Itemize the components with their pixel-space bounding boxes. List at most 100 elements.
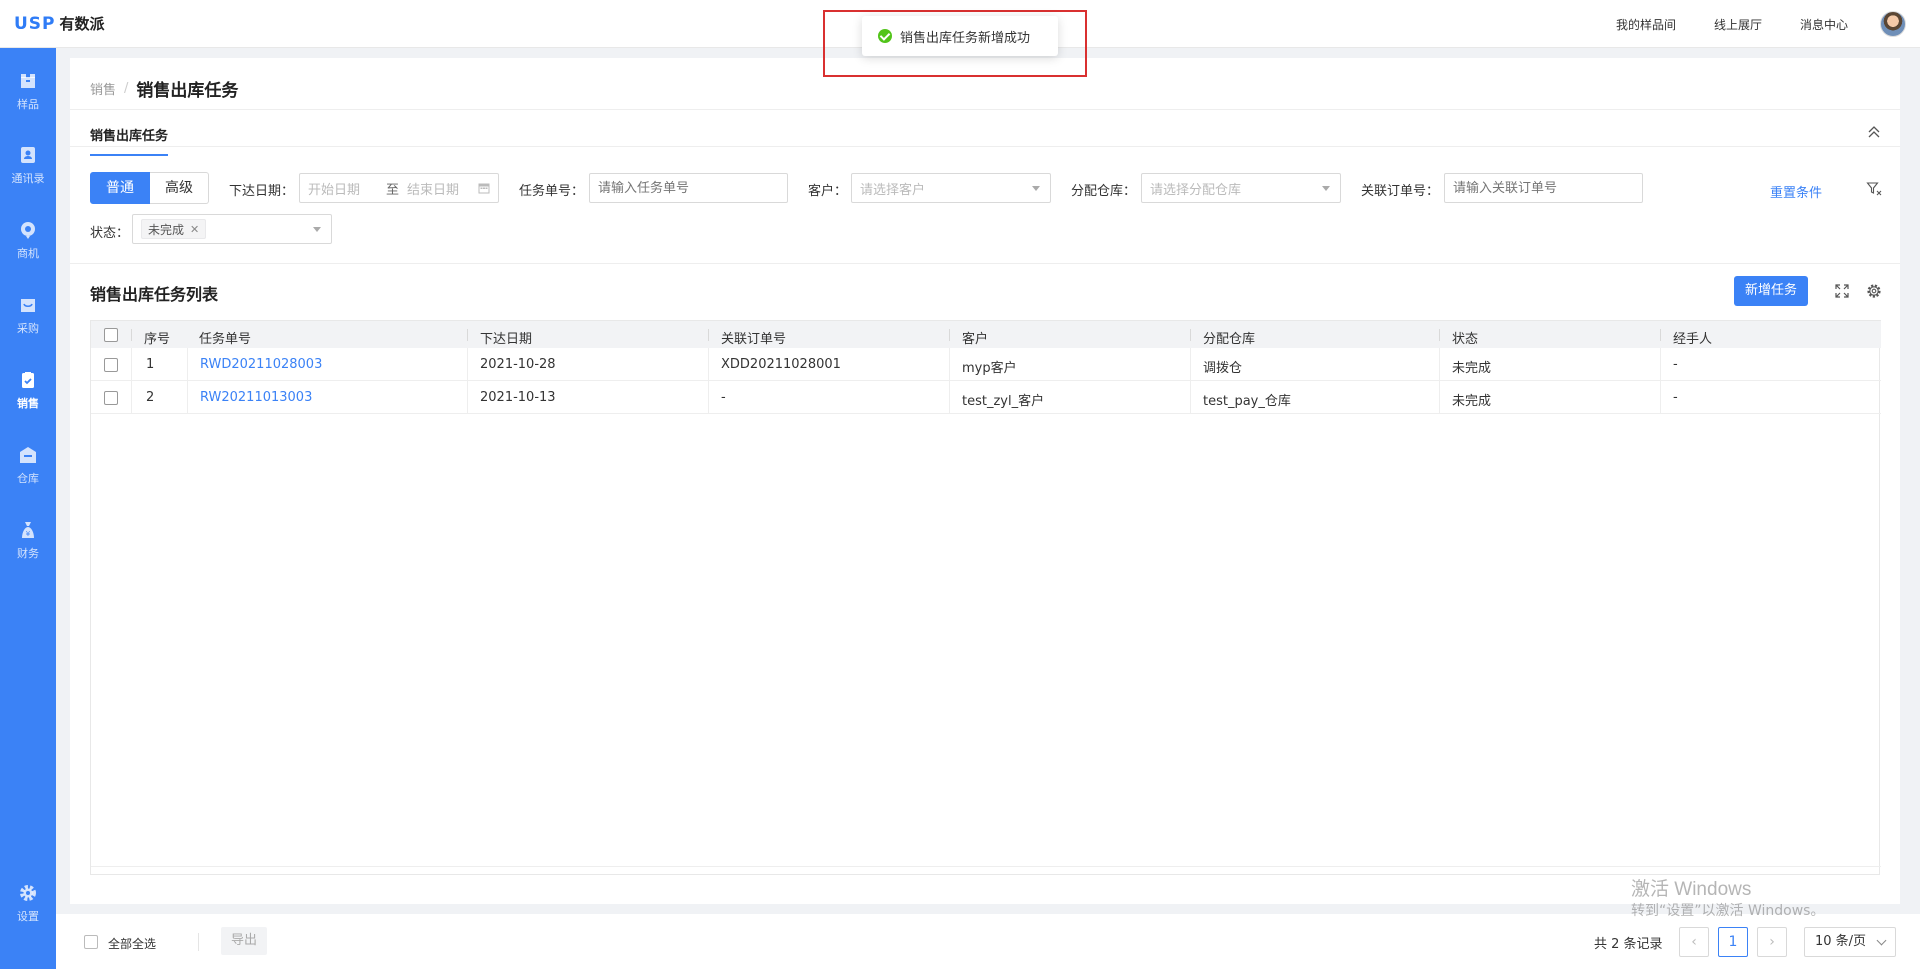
column-header: 客户: [962, 332, 989, 347]
cell-customer: myp客户: [962, 361, 1017, 376]
fullscreen-icon[interactable]: [1834, 283, 1850, 299]
status-tag-text: 未完成: [148, 222, 185, 237]
task-no-input[interactable]: [589, 173, 788, 203]
close-icon[interactable]: ✕: [190, 223, 199, 236]
total-records: 共 2 条记录: [1594, 937, 1663, 952]
column-header: 下达日期: [480, 332, 533, 347]
logo-mark: USP: [14, 13, 56, 34]
toast-message: 销售出库任务新增成功: [900, 30, 1031, 46]
row-checkbox[interactable]: [104, 391, 118, 405]
collapse-icon[interactable]: [1866, 124, 1882, 140]
customer-select[interactable]: 请选择客户: [851, 173, 1051, 203]
top-nav-message-center[interactable]: 消息中心: [1800, 16, 1848, 33]
add-task-button[interactable]: 新增任务: [1733, 276, 1808, 306]
table-scrollbar-track[interactable]: [91, 866, 1881, 874]
row-checkbox[interactable]: [104, 358, 118, 372]
customer-label: 客户：: [808, 184, 848, 199]
prev-page-button[interactable]: ‹: [1679, 927, 1709, 957]
main-panel: 销售 / 销售出库任务 销售出库任务 普通 高级 下达日期： 开始日期 至 结束…: [70, 58, 1900, 904]
divider: [198, 933, 199, 951]
task-no-label: 任务单号：: [519, 184, 585, 199]
sidebar: 样品 通讯录 商机 采购 销售 仓库 ¥ 财务 设置: [0, 48, 56, 969]
sidebar-label: 财务: [17, 546, 39, 560]
tab-sales-outbound-task[interactable]: 销售出库任务: [90, 125, 169, 156]
cell-date: 2021-10-28: [480, 357, 556, 372]
finance-icon: ¥: [18, 520, 38, 540]
cell-date: 2021-10-13: [480, 390, 556, 405]
activation-watermark-text: 转到“设置”以激活 Windows。: [1631, 903, 1825, 919]
success-toast: 销售出库任务新增成功: [862, 16, 1058, 56]
cell-handler: -: [1673, 357, 1678, 372]
opportunity-icon: [18, 220, 38, 240]
sidebar-label: 商机: [17, 246, 39, 260]
check-circle-icon: [878, 29, 892, 43]
table-header: 序号 任务单号 下达日期 关联订单号 客户 分配仓库 状态 经手人: [91, 320, 1881, 348]
select-all-checkbox[interactable]: [104, 328, 118, 342]
cell-customer: test_zyl_客户: [962, 394, 1045, 409]
order-no-label: 关联订单号：: [1361, 184, 1440, 199]
mode-normal-button[interactable]: 普通: [90, 172, 150, 204]
select-all-label[interactable]: 全部全选: [108, 935, 156, 952]
cell-task-no[interactable]: RWD20211028003: [200, 357, 322, 372]
gear-icon: [18, 883, 38, 903]
start-date-field[interactable]: 开始日期: [308, 179, 360, 198]
warehouse-label: 分配仓库：: [1071, 184, 1137, 199]
divider: [70, 263, 1900, 264]
status-tag: 未完成 ✕: [141, 219, 207, 239]
settings-icon[interactable]: [1866, 283, 1882, 299]
cell-task-no[interactable]: RW20211013003: [200, 390, 312, 405]
top-nav-online-showroom[interactable]: 线上展厅: [1714, 16, 1762, 33]
select-all-footer-checkbox[interactable]: [84, 935, 98, 949]
cell-no: 2: [146, 390, 155, 405]
cell-warehouse: test_pay_仓库: [1203, 394, 1291, 409]
avatar[interactable]: [1880, 11, 1906, 37]
cell-warehouse: 调拨仓: [1203, 361, 1243, 376]
chevron-left-icon: ‹: [1691, 934, 1697, 950]
page-1-button[interactable]: 1: [1718, 927, 1748, 957]
next-page-button[interactable]: ›: [1757, 927, 1787, 957]
date-range-to: 至: [386, 182, 400, 198]
breadcrumb-separator: /: [124, 81, 129, 96]
order-no-input[interactable]: [1444, 173, 1643, 203]
sidebar-item-warehouse[interactable]: 仓库: [0, 434, 56, 496]
reset-filters-link[interactable]: 重置条件: [1770, 182, 1822, 201]
sidebar-label: 采购: [17, 321, 39, 335]
task-table: 序号 任务单号 下达日期 关联订单号 客户 分配仓库 状态 经手人 1 RWD2…: [90, 320, 1881, 875]
cell-no: 1: [146, 357, 155, 372]
sidebar-label: 样品: [17, 97, 39, 111]
logo[interactable]: USP 有数派: [14, 13, 105, 34]
sidebar-item-samples[interactable]: 样品: [0, 60, 56, 122]
cell-status: 未完成: [1452, 361, 1492, 376]
divider: [70, 109, 1900, 110]
column-header: 任务单号: [199, 332, 252, 347]
box-icon: [18, 71, 38, 91]
breadcrumb: 销售 / 销售出库任务: [90, 76, 238, 101]
list-title: 销售出库任务列表: [90, 285, 219, 304]
divider: [70, 146, 1900, 147]
status-label: 状态：: [90, 226, 130, 241]
top-nav-sample-room[interactable]: 我的样品间: [1616, 16, 1676, 33]
export-button[interactable]: 导出: [221, 927, 268, 955]
end-date-field[interactable]: 结束日期: [407, 179, 459, 198]
sidebar-item-opportunities[interactable]: 商机: [0, 209, 56, 271]
date-range-picker[interactable]: 开始日期 至 结束日期: [299, 173, 499, 203]
table-row[interactable]: 1 RWD20211028003 2021-10-28 XDD202110280…: [91, 348, 1881, 381]
search-mode-toggle: 普通 高级: [90, 172, 209, 204]
warehouse-select[interactable]: 请选择分配仓库: [1141, 173, 1341, 203]
breadcrumb-parent[interactable]: 销售: [90, 79, 116, 98]
mode-advanced-button[interactable]: 高级: [150, 172, 209, 204]
status-select[interactable]: 未完成 ✕: [132, 214, 332, 244]
table-row[interactable]: 2 RW20211013003 2021-10-13 - test_zyl_客户…: [91, 381, 1881, 414]
activation-watermark-title: 激活 Windows: [1631, 879, 1752, 900]
sidebar-label: 设置: [17, 909, 39, 923]
sidebar-item-sales[interactable]: 销售: [0, 359, 56, 421]
sidebar-item-purchase[interactable]: 采购: [0, 284, 56, 346]
footer-bar: 全部全选 导出 共 2 条记录 ‹ 1 › 10 条/页: [56, 914, 1920, 969]
cell-status: 未完成: [1452, 394, 1492, 409]
page-size-select[interactable]: 10 条/页: [1804, 927, 1896, 957]
sidebar-item-settings[interactable]: 设置: [0, 872, 56, 934]
calendar-icon: [478, 182, 490, 194]
sidebar-item-contacts[interactable]: 通讯录: [0, 134, 56, 196]
sidebar-item-finance[interactable]: ¥ 财务: [0, 509, 56, 571]
filter-clear-icon[interactable]: [1866, 181, 1882, 197]
